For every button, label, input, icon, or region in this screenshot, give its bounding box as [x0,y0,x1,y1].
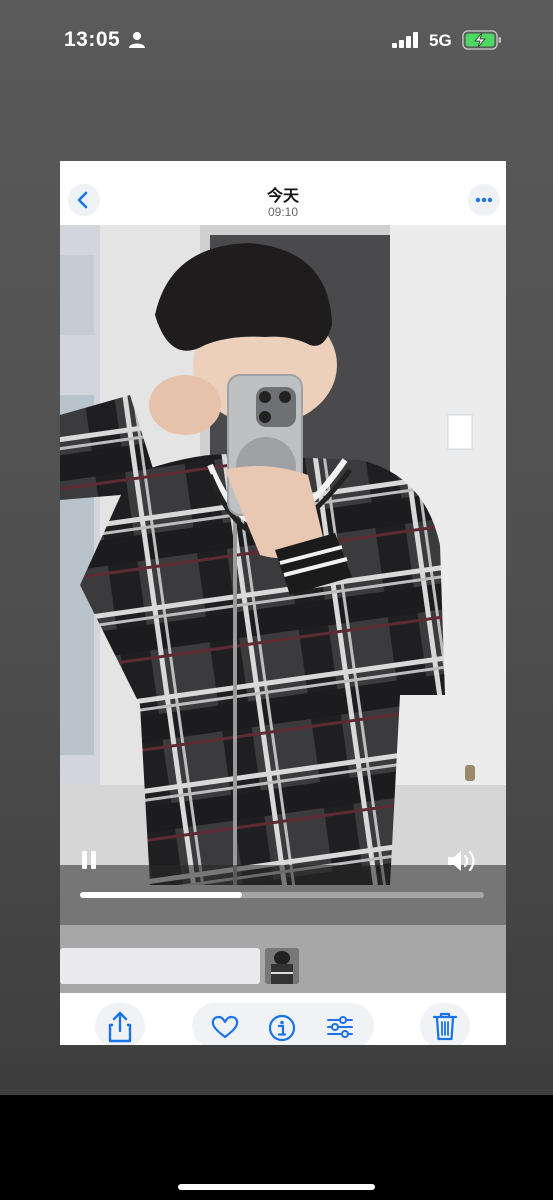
video-progress [80,892,242,898]
thumbnail-image [265,948,299,984]
delete-button[interactable] [420,1003,470,1045]
action-group [192,1003,374,1045]
home-indicator[interactable] [178,1184,375,1190]
battery-charging-icon [462,30,501,50]
more-button[interactable] [468,184,500,216]
ellipsis-icon [475,197,493,203]
network-type: 5G [429,31,452,50]
nav-subtitle: 09:10 [267,205,299,219]
photo-viewer-screen: 今天 09:10 [60,161,506,1045]
status-time: 13:05 [64,28,121,51]
trash-icon [432,1012,458,1041]
pause-icon[interactable] [80,849,100,871]
video-scrubber[interactable] [80,892,484,898]
nav-title: 今天 [266,188,299,205]
signal-bars-icon [392,32,418,48]
volume-icon[interactable] [445,847,485,875]
video-frame[interactable] [60,225,506,993]
share-icon [108,1011,132,1043]
person-icon [129,32,145,48]
share-button[interactable] [95,1003,145,1045]
heart-icon[interactable] [210,1014,240,1040]
status-bar: 13:05 5G [0,0,553,80]
thumbnail-strip[interactable] [60,948,260,984]
sliders-icon[interactable] [326,1015,354,1039]
mirror-selfie-image [60,225,506,993]
current-thumbnail[interactable] [265,948,299,984]
info-icon[interactable] [268,1014,296,1042]
nav-bar: 今天 09:10 [60,161,506,225]
bottom-toolbar [60,993,506,1045]
